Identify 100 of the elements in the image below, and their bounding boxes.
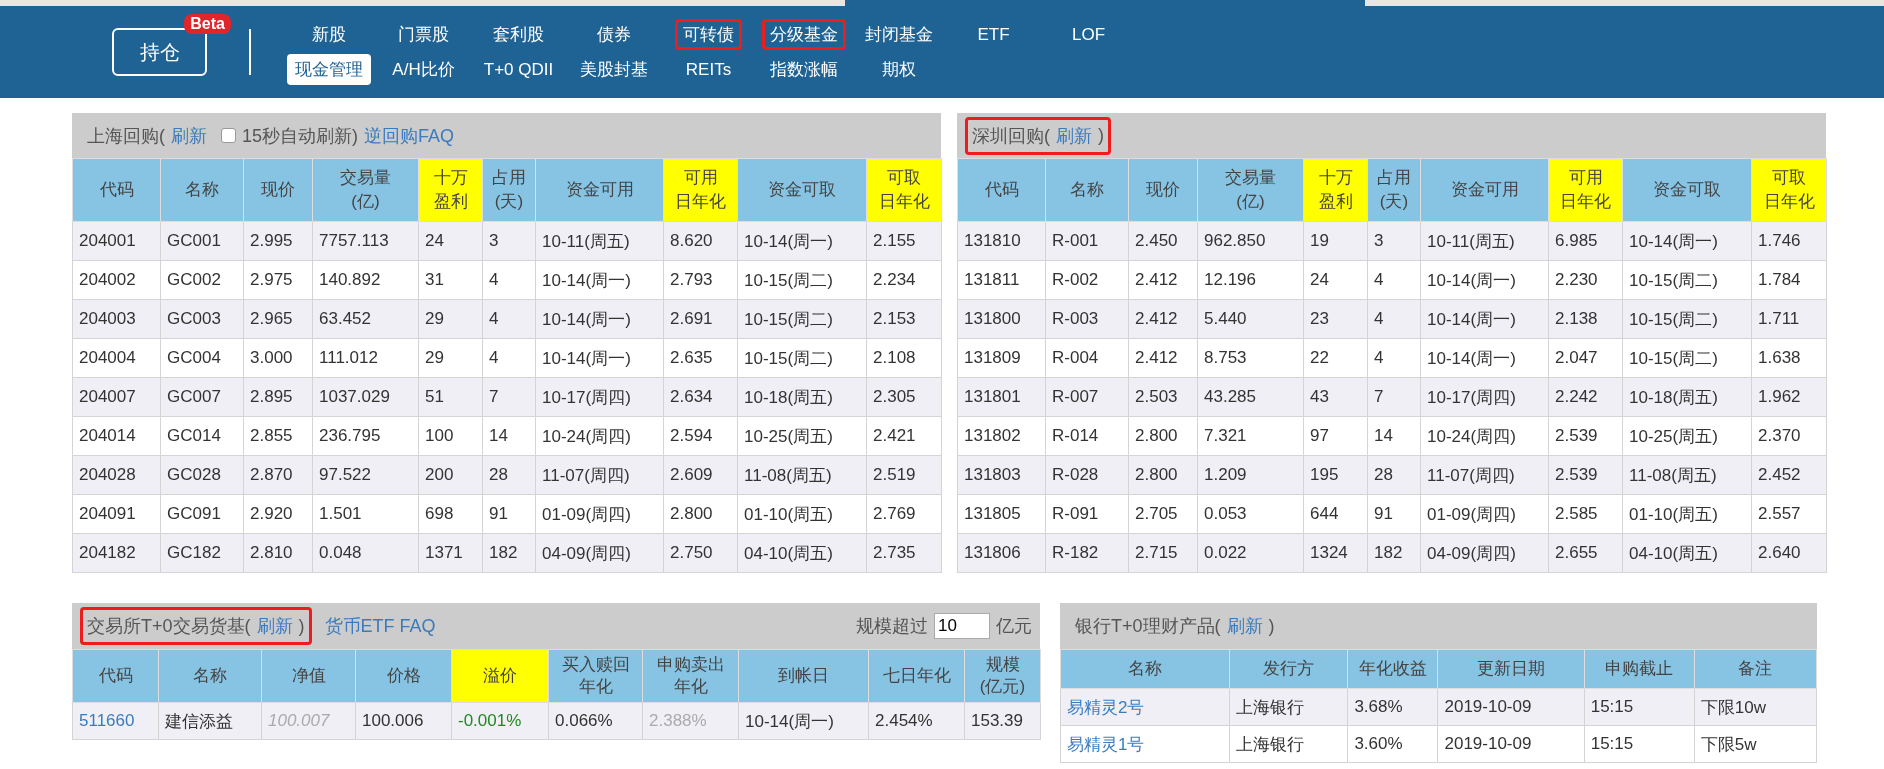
table-cell: 2.242 bbox=[1548, 377, 1623, 417]
nav-tab[interactable]: T+0 QDII bbox=[475, 54, 562, 85]
table-cell: 10-25(周五) bbox=[1622, 416, 1752, 456]
header-text: 现价 bbox=[1145, 179, 1181, 201]
table-cell: 2.047 bbox=[1548, 338, 1623, 378]
table-cell: 04-10(周五) bbox=[737, 533, 867, 573]
table-cell: 10-24(周四) bbox=[1420, 416, 1549, 456]
table-cell: -0.001% bbox=[451, 702, 549, 740]
header-text: 七日年化 bbox=[881, 665, 952, 687]
table-link[interactable]: 易精灵2号 bbox=[1060, 688, 1230, 726]
beta-badge: Beta bbox=[184, 14, 231, 34]
table-cell: 4 bbox=[482, 299, 536, 339]
table-cell: 23 bbox=[1303, 299, 1368, 339]
table-cell: 01-10(周五) bbox=[737, 494, 867, 534]
header-text: (天) bbox=[1378, 191, 1410, 213]
header-text: 买入赎回 bbox=[560, 654, 631, 676]
table-cell: GC004 bbox=[160, 338, 244, 378]
table-cell: 2.138 bbox=[1548, 299, 1623, 339]
auto-refresh-checkbox[interactable] bbox=[221, 128, 236, 143]
table-cell: 2.995 bbox=[243, 221, 313, 261]
table-cell: 3.68% bbox=[1347, 688, 1438, 726]
panel-title: 上海回购( bbox=[87, 124, 165, 148]
table-cell: GC091 bbox=[160, 494, 244, 534]
table-cell: 43 bbox=[1303, 377, 1368, 417]
nav-tab[interactable]: 期权 bbox=[873, 54, 924, 85]
filter-label: 规模超过 bbox=[856, 615, 928, 638]
table-cell: 2.705 bbox=[1128, 494, 1198, 534]
header-text: 盈利 bbox=[432, 191, 469, 213]
nav-tab[interactable]: 指数涨幅 bbox=[761, 54, 846, 85]
header-text: 日年化 bbox=[1559, 191, 1612, 213]
panel-title: 15秒自动刷新) bbox=[242, 124, 358, 148]
table-cell: 10-11(周五) bbox=[535, 221, 664, 261]
table-cell: 10-18(周五) bbox=[1622, 377, 1752, 417]
table-cell: 2.975 bbox=[243, 260, 313, 300]
table-cell: 2.691 bbox=[663, 299, 738, 339]
scale-input-field[interactable]: 10 bbox=[934, 613, 990, 639]
table-cell: GC014 bbox=[160, 416, 244, 456]
nav-tab[interactable]: 债券 bbox=[588, 19, 639, 50]
nav-tab[interactable]: ETF bbox=[969, 19, 1018, 50]
table-cell: GC007 bbox=[160, 377, 244, 417]
header-text: 可取 bbox=[886, 167, 922, 189]
table-cell: 100.007 bbox=[261, 702, 356, 740]
table-cell: 2.655 bbox=[1548, 533, 1623, 573]
header-text: 申购截止 bbox=[1604, 658, 1675, 680]
table-cell: 5.440 bbox=[1197, 299, 1304, 339]
table-cell: 10-11(周五) bbox=[1420, 221, 1549, 261]
table-cell: 182 bbox=[1367, 533, 1421, 573]
table-cell: 04-09(周四) bbox=[1420, 533, 1549, 573]
table-cell: 10-25(周五) bbox=[737, 416, 867, 456]
table-cell: 195 bbox=[1303, 455, 1368, 495]
table-cell: 644 bbox=[1303, 494, 1368, 534]
table-cell: 10-15(周二) bbox=[1622, 299, 1752, 339]
table-link[interactable]: 易精灵1号 bbox=[1060, 725, 1230, 763]
nav-tab[interactable]: 封闭基金 bbox=[856, 19, 941, 50]
nav-tab[interactable]: REITs bbox=[677, 54, 740, 85]
table-cell: 131809 bbox=[957, 338, 1046, 378]
table-cell: 2.585 bbox=[1548, 494, 1623, 534]
table-link[interactable]: 511660 bbox=[72, 702, 159, 740]
table-cell: 111.012 bbox=[312, 338, 419, 378]
table-cell: 10-17(周四) bbox=[535, 377, 664, 417]
table-cell: 0.066% bbox=[548, 702, 643, 740]
table-cell: 1.746 bbox=[1751, 221, 1827, 261]
nav-tab[interactable]: 可转债 bbox=[675, 19, 742, 50]
table-cell: 2.539 bbox=[1548, 455, 1623, 495]
nav-tab[interactable]: 套利股 bbox=[485, 19, 552, 50]
table-cell: 10-14(周一) bbox=[535, 299, 664, 339]
nav-tab[interactable]: 新股 bbox=[303, 19, 354, 50]
table-cell: 01-09(周四) bbox=[1420, 494, 1549, 534]
table-cell: 2.800 bbox=[1128, 455, 1198, 495]
table-cell: 2.519 bbox=[866, 455, 942, 495]
table-cell: 3 bbox=[1367, 221, 1421, 261]
header-text: 资金可用 bbox=[1449, 179, 1520, 201]
table-cell: 131810 bbox=[957, 221, 1046, 261]
table-cell: 1371 bbox=[418, 533, 483, 573]
table-cell: 2.454% bbox=[868, 702, 965, 740]
table-cell: 131806 bbox=[957, 533, 1046, 573]
header-text: 代码 bbox=[97, 665, 134, 687]
table-cell: 10-14(周一) bbox=[1622, 221, 1752, 261]
table-cell: 2.750 bbox=[663, 533, 738, 573]
nav-tab[interactable]: LOF bbox=[1063, 19, 1114, 50]
panel-title: ) bbox=[298, 615, 305, 637]
nav-tab[interactable]: 门票股 bbox=[390, 19, 457, 50]
table-cell: 0.022 bbox=[1197, 533, 1304, 573]
table-cell: 31 bbox=[418, 260, 483, 300]
header-text: 占用 bbox=[1376, 167, 1412, 189]
table-cell: 2.635 bbox=[663, 338, 738, 378]
header-text: 年化收益 bbox=[1357, 658, 1428, 680]
nav-tab[interactable]: A/H比价 bbox=[384, 54, 463, 85]
panel-title: 深圳回购( bbox=[972, 124, 1050, 148]
nav-tab[interactable]: 分级基金 bbox=[761, 19, 846, 50]
table-cell: 1.638 bbox=[1751, 338, 1827, 378]
table-cell: 97 bbox=[1303, 416, 1368, 456]
table-cell: 22 bbox=[1303, 338, 1368, 378]
nav-tab[interactable]: 美股封基 bbox=[571, 54, 656, 85]
table-cell: 14 bbox=[1367, 416, 1421, 456]
table-cell: R-001 bbox=[1045, 221, 1129, 261]
table-cell: 100.006 bbox=[355, 702, 452, 740]
nav-tab[interactable]: 现金管理 bbox=[286, 54, 371, 85]
header-text: 发行方 bbox=[1262, 658, 1316, 680]
table-cell: R-003 bbox=[1045, 299, 1129, 339]
